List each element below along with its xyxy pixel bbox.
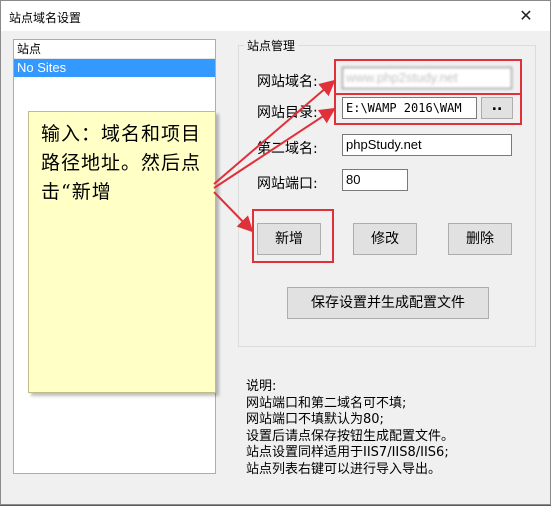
arrow-to-add [213, 191, 254, 233]
notes-line: 网站端口不填默认为80; [246, 412, 384, 427]
notes-line: 设置后请点保存按钮生成配置文件。 [246, 428, 455, 444]
notes-line: 站点设置同样适用于IIS7/IIS8/IIS6; [246, 445, 449, 460]
notes: 说明: 网站端口和第二域名可不填; 网站端口不填默认为80; 设置后请点保存按钮… [246, 379, 454, 478]
site-domain-settings-window: 站点域名设置 ✕ 站点 No Sites 输入：域名和项目路径地址。然后点击“新… [0, 0, 551, 505]
arrow-to-domain [213, 79, 336, 185]
notes-line: 站点列表右键可以进行导入导出。 [246, 461, 442, 477]
notes-line: 网站端口和第二域名可不填; [246, 395, 407, 411]
notes-line: 说明: [246, 379, 277, 394]
arrow-to-directory [213, 107, 336, 189]
